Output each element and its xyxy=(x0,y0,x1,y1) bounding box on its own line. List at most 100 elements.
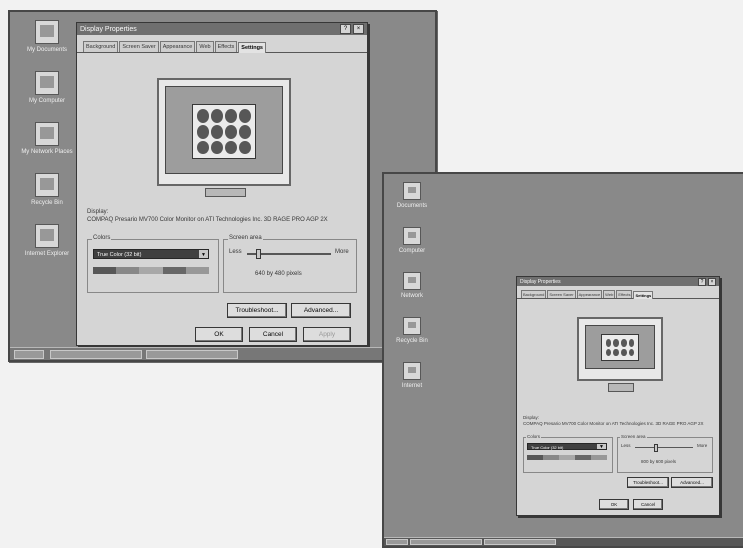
colors-group xyxy=(87,239,219,293)
less-label: Less xyxy=(229,249,242,255)
monitor-preview xyxy=(577,317,663,392)
desktop-icon-my-computer[interactable]: My Computer xyxy=(16,71,78,105)
tab-background[interactable]: Background xyxy=(83,41,119,52)
tab-web[interactable]: Web xyxy=(603,290,616,298)
desktop-icon-network[interactable]: My Network Places xyxy=(16,122,78,156)
colors-select-value: True Color (32 bit) xyxy=(97,252,142,258)
folder-icon xyxy=(403,182,421,200)
more-label: More xyxy=(335,249,349,255)
help-button[interactable]: ? xyxy=(340,24,351,34)
help-button[interactable]: ? xyxy=(698,277,706,286)
folder-icon xyxy=(35,20,59,44)
desktop-icon-recycle-bin[interactable]: Recycle Bin xyxy=(16,173,78,207)
ok-button[interactable]: OK xyxy=(599,499,629,510)
taskbar xyxy=(10,347,435,360)
tab-settings[interactable]: Settings xyxy=(238,42,266,53)
resolution-label: 640 by 480 pixels xyxy=(255,271,302,277)
dialog-titlebar[interactable]: Display Properties ? × xyxy=(77,23,367,35)
desktop-icon-my-computer[interactable]: Computer xyxy=(392,227,432,255)
display-properties-dialog: Display Properties ? × Background Screen… xyxy=(76,22,368,346)
monitor-screen xyxy=(585,325,655,369)
cancel-button[interactable]: Cancel xyxy=(633,499,663,510)
slider-thumb[interactable] xyxy=(654,444,659,452)
preview-window xyxy=(191,104,257,160)
color-preview-bar xyxy=(527,455,607,460)
tab-settings[interactable]: Settings xyxy=(633,291,654,299)
colors-select[interactable]: True Color (32 bit) ▼ xyxy=(527,443,607,450)
colors-select[interactable]: True Color (32 bit) ▼ xyxy=(93,249,209,259)
monitor-stand xyxy=(204,188,246,197)
slider-thumb[interactable] xyxy=(256,249,262,259)
desktop-icon-label: My Computer xyxy=(28,98,65,104)
start-button[interactable] xyxy=(14,350,44,359)
desktop-icons: My Documents My Computer My Network Plac… xyxy=(16,20,78,275)
taskbar-item[interactable] xyxy=(146,350,238,359)
chevron-down-icon: ▼ xyxy=(199,250,208,258)
tab-appearance[interactable]: Appearance xyxy=(159,41,196,52)
desktop-icon-label: My Network Places xyxy=(21,149,73,155)
computer-icon xyxy=(403,227,421,245)
desktop-icons: Documents Computer Network Recycle Bin I… xyxy=(392,182,432,407)
taskbar xyxy=(384,537,743,546)
computer-icon xyxy=(35,71,59,95)
close-button[interactable]: × xyxy=(708,277,716,286)
display-label: Display: xyxy=(523,415,540,420)
chevron-down-icon: ▼ xyxy=(597,444,606,450)
desktop-icon-my-documents[interactable]: My Documents xyxy=(16,20,78,54)
monitor-screen xyxy=(165,86,283,174)
desktop-icon-network[interactable]: Network xyxy=(392,272,432,300)
start-button[interactable] xyxy=(386,539,408,545)
advanced-button[interactable]: Advanced... xyxy=(291,303,351,318)
taskbar-item[interactable] xyxy=(50,350,142,359)
dialog-title: Display Properties xyxy=(520,278,561,285)
recycle-bin-icon xyxy=(35,173,59,197)
close-button[interactable]: × xyxy=(353,24,364,34)
monitor-preview xyxy=(157,78,291,197)
desktop-icon-label: My Documents xyxy=(26,47,67,53)
tab-web[interactable]: Web xyxy=(196,41,214,52)
ok-button[interactable]: OK xyxy=(195,327,243,342)
tab-strip: Background Screen Saver Appearance Web E… xyxy=(77,35,367,53)
tab-appearance[interactable]: Appearance xyxy=(576,290,603,298)
dialog-title: Display Properties xyxy=(80,25,137,33)
tab-effects[interactable]: Effects xyxy=(616,290,633,298)
display-value: COMPAQ Presario MV700 Color Monitor on A… xyxy=(87,217,328,223)
taskbar-item[interactable] xyxy=(410,539,482,545)
screen-area-label: Screen area xyxy=(620,434,647,439)
desktop-icon-label: Documents xyxy=(396,203,428,209)
network-icon xyxy=(403,272,421,290)
desktop-icon-label: Internet xyxy=(401,383,423,389)
resolution-label: 800 by 600 pixels xyxy=(641,459,677,464)
cancel-button[interactable]: Cancel xyxy=(249,327,297,342)
desktop-icon-recycle-bin[interactable]: Recycle Bin xyxy=(392,317,432,345)
advanced-button[interactable]: Advanced... xyxy=(671,477,713,488)
screen-area-label: Screen area xyxy=(228,235,263,241)
browser-icon xyxy=(35,224,59,248)
tab-screen-saver[interactable]: Screen Saver xyxy=(119,41,159,52)
display-value: COMPAQ Presario MV700 Color Monitor on A… xyxy=(523,421,704,426)
desktop-icon-internet-explorer[interactable]: Internet xyxy=(392,362,432,390)
apply-button[interactable]: Apply xyxy=(303,327,351,342)
dialog-titlebar[interactable]: Display Properties ? × xyxy=(517,277,719,286)
tab-background[interactable]: Background xyxy=(521,290,547,298)
tab-effects[interactable]: Effects xyxy=(214,41,238,52)
desktop-icon-label: Network xyxy=(400,293,423,299)
screenshot-640x480: My Documents My Computer My Network Plac… xyxy=(8,10,437,362)
browser-icon xyxy=(403,362,421,380)
tab-strip: Background Screen Saver Appearance Web E… xyxy=(517,286,719,299)
desktop-icon-my-documents[interactable]: Documents xyxy=(392,182,432,210)
screen-area-slider[interactable] xyxy=(635,447,693,448)
desktop-icon-internet-explorer[interactable]: Internet Explorer xyxy=(16,224,78,258)
screenshot-800x600: Documents Computer Network Recycle Bin I… xyxy=(382,172,743,548)
tab-screen-saver[interactable]: Screen Saver xyxy=(547,290,576,298)
monitor-stand xyxy=(607,383,635,392)
troubleshoot-button[interactable]: Troubleshoot... xyxy=(227,303,287,318)
colors-label: Colors xyxy=(526,434,542,439)
less-label: Less xyxy=(621,443,631,448)
troubleshoot-button[interactable]: Troubleshoot... xyxy=(627,477,669,488)
colors-select-value: True Color (32 bit) xyxy=(531,445,564,450)
colors-label: Colors xyxy=(92,235,112,241)
taskbar-item[interactable] xyxy=(484,539,556,545)
preview-window xyxy=(600,334,640,362)
more-label: More xyxy=(697,443,708,448)
